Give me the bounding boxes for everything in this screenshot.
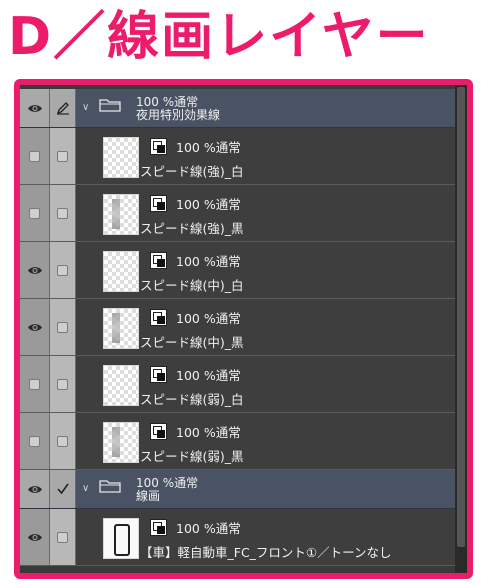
layer-thumbnail (103, 365, 139, 406)
layer-row[interactable]: 100 %通常スピード線(中)_白 (20, 242, 467, 299)
layer-content[interactable]: 100 %通常スピード線(強)_黒 (76, 185, 467, 241)
layer-name: 【車】軽自動車_FC_フロント①／トーンなし (140, 545, 392, 560)
layer-folder-row[interactable]: ∨ 100 %通常 夜用特別効果線 (20, 89, 467, 128)
edit-checkbox (57, 150, 68, 162)
edit-target-toggle[interactable] (50, 299, 76, 355)
blend-mode-label: 100 %通常 (176, 311, 241, 326)
edit-checkbox (57, 435, 68, 447)
raster-layer-icon (150, 252, 167, 269)
layer-content[interactable]: 100 %通常スピード線(弱)_白 (76, 356, 467, 412)
raster-layer-icon (150, 366, 167, 383)
visibility-toggle[interactable] (20, 509, 50, 565)
edit-checkbox (57, 207, 68, 219)
visibility-toggle[interactable] (20, 185, 50, 241)
visibility-toggle[interactable] (20, 299, 50, 355)
layer-row[interactable]: 100 %通常【車】軽自動車_FC_フロント①／トーンなし (20, 509, 467, 566)
chevron-down-icon[interactable]: ∨ (82, 483, 89, 494)
page-title: D／線画レイヤー (8, 7, 430, 67)
folder-name: 線画 (136, 489, 161, 503)
edit-checkbox (57, 264, 68, 276)
edit-checkbox (57, 531, 68, 543)
layer-name: スピード線(弱)_黒 (140, 449, 244, 464)
layer-thumbnail (103, 251, 139, 292)
layer-name: スピード線(中)_黒 (140, 335, 244, 350)
blend-mode-label: 100 %通常 (176, 197, 241, 212)
eye-icon (27, 533, 42, 541)
edit-checkbox (57, 321, 68, 333)
visibility-checkbox (29, 207, 40, 219)
layer-thumbnail (103, 518, 139, 559)
edit-target-toggle[interactable] (50, 413, 76, 469)
edit-target-toggle[interactable] (50, 89, 76, 127)
layer-content[interactable]: 100 %通常スピード線(強)_白 (76, 128, 467, 184)
visibility-checkbox (29, 150, 40, 162)
layer-row[interactable]: 100 %通常スピード線(中)_黒 (20, 299, 467, 356)
folder-icon (99, 480, 121, 493)
eye-icon (27, 323, 42, 331)
folder-name: 夜用特別効果線 (136, 108, 221, 122)
layer-name: スピード線(弱)_白 (140, 392, 244, 407)
edit-checkbox (57, 378, 68, 390)
edit-target-toggle[interactable] (50, 242, 76, 298)
raster-layer-icon (150, 423, 167, 440)
layer-panel: ∨ 100 %通常 夜用特別効果線 100 %通常 スピード線(強)_白 100 %通常ス… (20, 85, 467, 573)
visibility-checkbox (29, 378, 40, 390)
layer-content[interactable]: 100 %通常スピード線(弱)_黒 (76, 413, 467, 469)
folder-content[interactable]: ∨ 100 %通常 線画 (76, 470, 467, 508)
layer-content[interactable]: 100 %通常スピード線(中)_黒 (76, 299, 467, 355)
blend-mode-label: 100 %通常 (176, 425, 241, 440)
eye-icon (27, 104, 42, 112)
layer-name: スピード線(強)_黒 (140, 221, 244, 236)
layer-thumbnail (103, 422, 139, 463)
pen-icon (56, 102, 69, 115)
layer-row[interactable]: 100 %通常スピード線(強)_黒 (20, 185, 467, 242)
check-icon (56, 483, 69, 495)
blend-mode-label: 100 %通常 (176, 254, 241, 269)
chevron-down-icon[interactable]: ∨ (82, 102, 89, 113)
raster-layer-icon (150, 195, 167, 212)
visibility-toggle[interactable] (20, 128, 50, 184)
visibility-toggle[interactable] (20, 470, 50, 508)
layer-row[interactable]: 100 %通常スピード線(弱)_白 (20, 356, 467, 413)
blend-mode-label: 100 %通常 (176, 140, 241, 155)
layer-row[interactable]: 100 %通常スピード線(弱)_黒 (20, 413, 467, 470)
raster-layer-icon (150, 309, 167, 326)
layer-thumbnail (103, 194, 139, 235)
visibility-toggle[interactable] (20, 356, 50, 412)
edit-target-toggle[interactable] (50, 356, 76, 412)
edit-target-toggle[interactable] (50, 509, 76, 565)
layer-name: スピード線(強)_白 (140, 164, 244, 179)
scrollbar-thumb[interactable] (457, 87, 465, 547)
layer-content[interactable]: 100 %通常【車】軽自動車_FC_フロント①／トーンなし (76, 509, 467, 565)
layer-thumbnail (103, 137, 139, 178)
eye-icon (27, 485, 42, 493)
scrollbar[interactable] (455, 85, 467, 573)
layer-folder-row[interactable]: ∨ 100 %通常 線画 (20, 470, 467, 509)
eye-icon (27, 266, 42, 274)
visibility-checkbox (29, 435, 40, 447)
visibility-toggle[interactable] (20, 242, 50, 298)
layer-content[interactable]: 100 %通常スピード線(中)_白 (76, 242, 467, 298)
visibility-toggle[interactable] (20, 413, 50, 469)
edit-target-toggle[interactable] (50, 128, 76, 184)
folder-icon (99, 99, 121, 112)
raster-layer-icon (150, 519, 167, 536)
edit-target-toggle[interactable] (50, 185, 76, 241)
edit-target-toggle[interactable] (50, 470, 76, 508)
layer-panel-frame: ∨ 100 %通常 夜用特別効果線 100 %通常 スピード線(強)_白 100 %通常ス… (14, 79, 473, 579)
folder-content[interactable]: ∨ 100 %通常 夜用特別効果線 (76, 89, 467, 127)
raster-layer-icon (150, 138, 167, 155)
visibility-toggle[interactable] (20, 89, 50, 127)
layer-row[interactable]: 100 %通常スピード線(強)_白 (20, 128, 467, 185)
layer-name: スピード線(中)_白 (140, 278, 244, 293)
blend-mode-label: 100 %通常 (176, 368, 241, 383)
blend-mode-label: 100 %通常 (176, 521, 241, 536)
layer-thumbnail (103, 308, 139, 349)
